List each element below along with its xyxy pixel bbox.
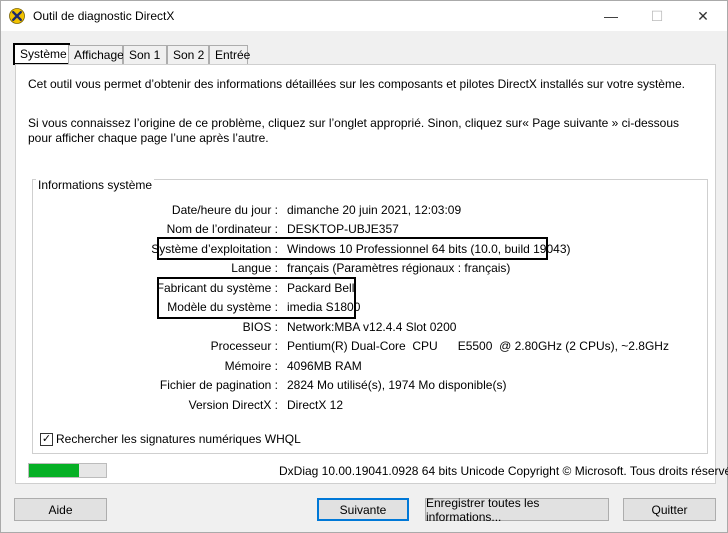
- info-label: Mémoire :: [224, 359, 278, 373]
- info-value: 4096MB RAM: [287, 359, 362, 373]
- directx-icon: [9, 8, 25, 24]
- dxdiag-window: Outil de diagnostic DirectX — ☐ ✕ Systèm…: [0, 0, 728, 533]
- tab-son-2[interactable]: Son 2: [167, 45, 209, 64]
- quit-button[interactable]: Quitter: [623, 498, 716, 521]
- highlight-box-manufacturer-model: [157, 277, 356, 319]
- info-row-model: Modèle du système : imedia S1800: [16, 300, 716, 316]
- highlight-box-os: [157, 237, 548, 260]
- tab-son-1[interactable]: Son 1: [123, 45, 167, 64]
- tab-systeme[interactable]: Système: [13, 43, 70, 65]
- info-row-manufacturer: Fabricant du système : Packard Bell: [16, 281, 716, 297]
- whql-checkbox-row[interactable]: ✓ Rechercher les signatures numériques W…: [40, 432, 301, 446]
- info-row-pagefile: Fichier de pagination : 2824 Mo utilisé(…: [16, 378, 716, 394]
- info-value: 2824 Mo utilisé(s), 1974 Mo disponible(s…: [287, 378, 507, 392]
- help-button[interactable]: Aide: [14, 498, 107, 521]
- title-bar[interactable]: Outil de diagnostic DirectX — ☐ ✕: [1, 1, 727, 31]
- maximize-icon: ☐: [650, 7, 664, 24]
- info-row-bios: BIOS : Network:MBA v12.4.4 Slot 0200: [16, 320, 716, 336]
- close-icon: ✕: [697, 7, 709, 24]
- info-value: français (Paramètres régionaux : françai…: [287, 261, 511, 275]
- whql-checkbox[interactable]: ✓: [40, 432, 53, 446]
- copyright-text: DxDiag 10.00.19041.0928 64 bits Unicode …: [279, 464, 728, 478]
- close-button[interactable]: ✕: [680, 1, 726, 31]
- intro-text-1: Cet outil vous permet d’obtenir des info…: [28, 77, 685, 91]
- tab-panel-systeme: Cet outil vous permet d’obtenir des info…: [15, 64, 716, 484]
- minimize-icon: —: [604, 8, 618, 24]
- info-row-directx: Version DirectX : DirectX 12: [16, 398, 716, 414]
- info-value: DirectX 12: [287, 398, 344, 412]
- info-value: DESKTOP-UBJE357: [287, 222, 399, 236]
- progress-bar: [28, 463, 107, 478]
- save-all-info-button[interactable]: Enregistrer toutes les informations...: [425, 496, 609, 524]
- window-title: Outil de diagnostic DirectX: [33, 9, 175, 23]
- info-label: Version DirectX :: [188, 398, 278, 412]
- minimize-button[interactable]: —: [588, 1, 634, 31]
- tab-affichage[interactable]: Affichage: [68, 45, 124, 64]
- info-label: Langue :: [231, 261, 278, 275]
- info-row-computer-name: Nom de l’ordinateur : DESKTOP-UBJE357: [16, 222, 716, 238]
- info-row-processor: Processeur : Pentium(R) Dual-Core CPU E5…: [16, 339, 716, 355]
- maximize-button[interactable]: ☐: [634, 1, 680, 31]
- info-label: Fichier de pagination :: [159, 378, 278, 392]
- info-value: Network:MBA v12.4.4 Slot 0200: [287, 320, 457, 334]
- info-row-memory: Mémoire : 4096MB RAM: [16, 359, 716, 375]
- info-row-date: Date/heure du jour : dimanche 20 juin 20…: [16, 203, 716, 219]
- info-label: BIOS :: [242, 320, 278, 334]
- info-label: Processeur :: [210, 339, 278, 353]
- next-button[interactable]: Suivante: [317, 498, 409, 521]
- info-label: Date/heure du jour :: [171, 203, 278, 217]
- system-info-title: Informations système: [36, 178, 155, 192]
- whql-checkbox-label: Rechercher les signatures numériques WHQ…: [56, 432, 301, 446]
- info-label: Nom de l’ordinateur :: [166, 222, 278, 236]
- progress-fill: [29, 464, 80, 477]
- intro-text-2: Si vous connaissez l’origine de ce probl…: [28, 116, 680, 145]
- tab-entree[interactable]: Entrée: [209, 45, 250, 64]
- info-row-language: Langue : français (Paramètres régionaux …: [16, 261, 716, 277]
- info-value: dimanche 20 juin 2021, 12:03:09: [287, 203, 462, 217]
- info-value: Pentium(R) Dual-Core CPU E5500 @ 2.80GHz…: [287, 339, 669, 353]
